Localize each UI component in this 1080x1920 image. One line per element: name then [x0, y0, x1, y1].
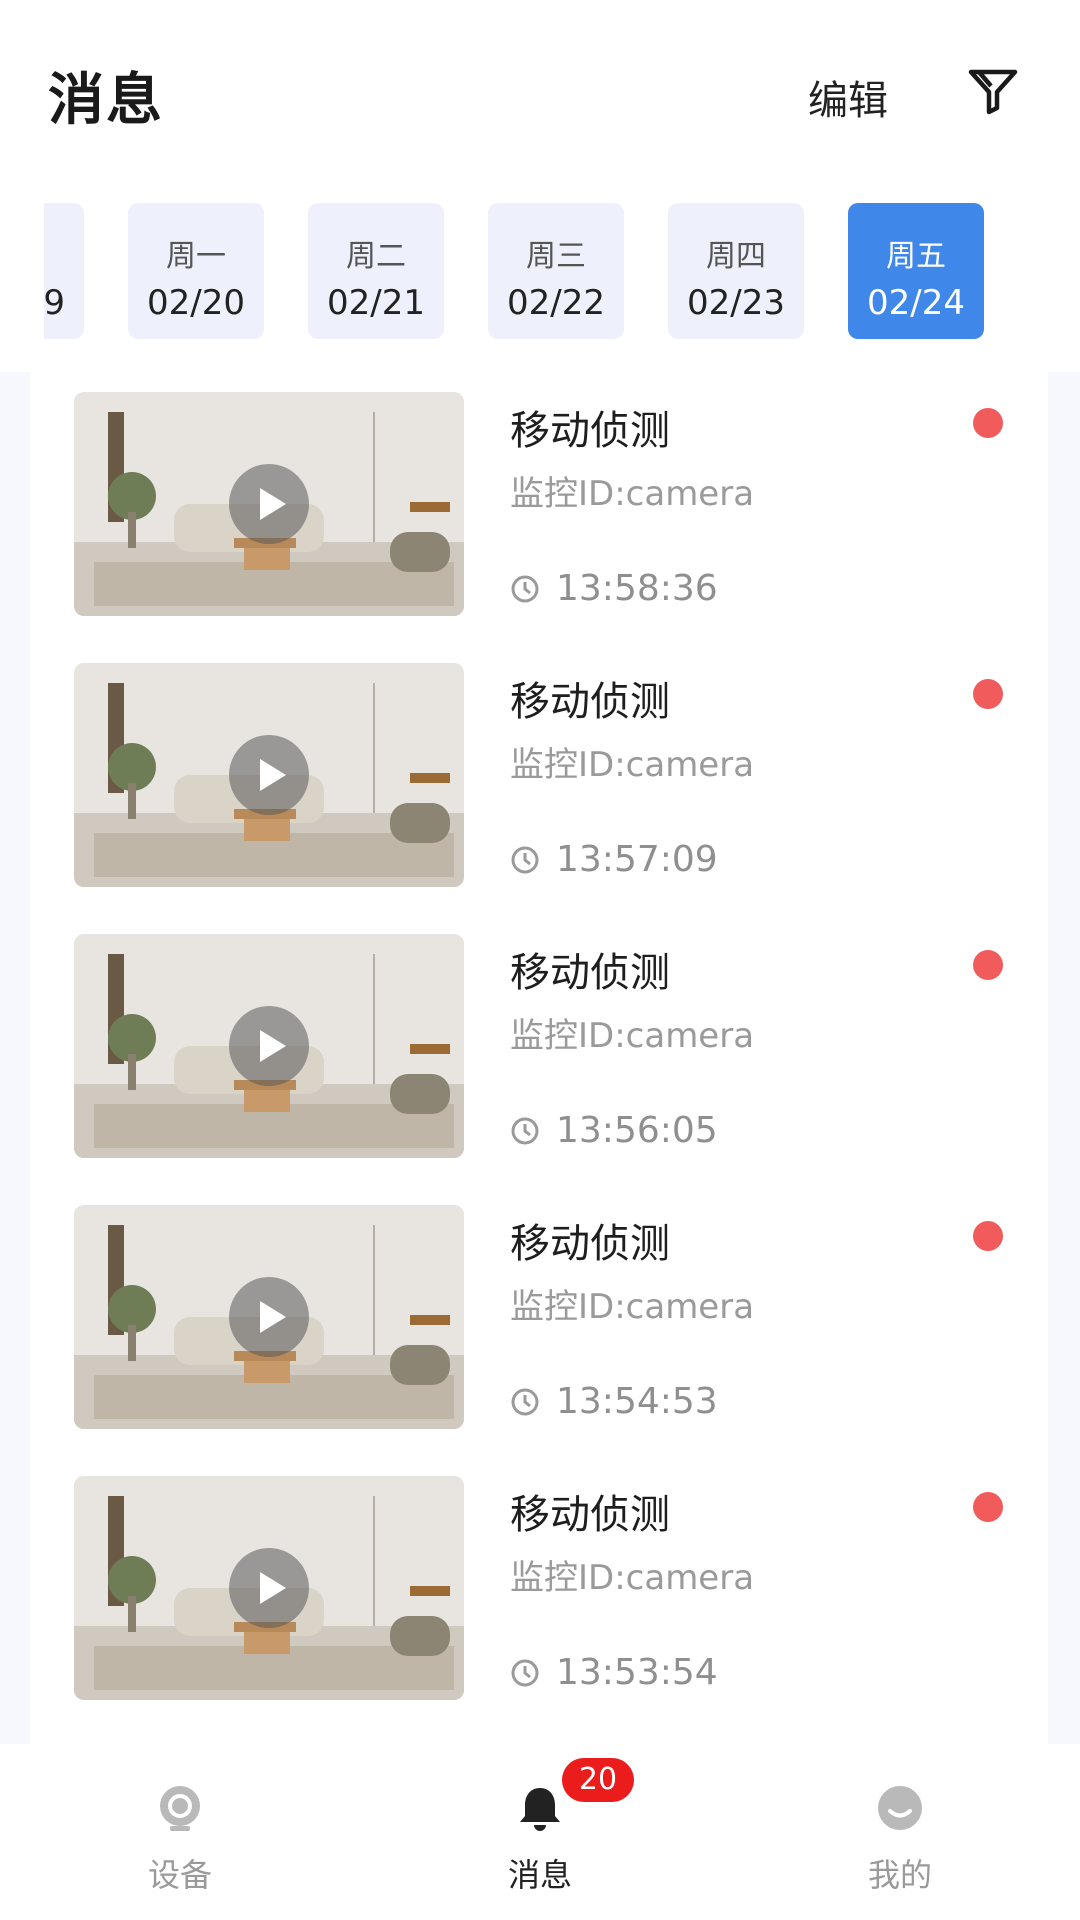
day-tab-fri[interactable]: 周五 02/24 [848, 203, 984, 339]
camera-id: 监控ID:camera [510, 1016, 755, 1056]
video-thumbnail[interactable] [74, 663, 464, 887]
unread-dot [973, 1492, 1003, 1522]
video-thumbnail[interactable] [74, 1476, 464, 1700]
day-date: 02/24 [867, 283, 965, 323]
camera-icon [160, 1786, 200, 1831]
message-item[interactable]: 移动侦测 监控ID:camera 13:58:36 [30, 372, 1048, 616]
messages-page: 消息 编辑 周日 02/19 周一 02/20 周二 02/21 周 [0, 0, 1080, 1920]
message-item[interactable]: 移动侦测 监控ID:camera 13:54:53 [30, 1185, 1048, 1429]
time-text: 13:54:53 [556, 1381, 718, 1422]
day-tab-sun[interactable]: 周日 02/19 [44, 203, 84, 339]
day-date: 02/22 [507, 283, 605, 323]
play-icon [229, 464, 309, 544]
play-icon [229, 1548, 309, 1628]
time-text: 13:57:09 [556, 839, 718, 880]
day-weekday: 周二 [346, 239, 406, 274]
message-item[interactable]: 移动侦测 监控ID:camera 13:53:54 [30, 1456, 1048, 1700]
day-date: 02/19 [44, 283, 65, 323]
message-title: 移动侦测 [510, 408, 670, 454]
message-time: 13:56:05 [510, 1110, 718, 1151]
camera-id: 监控ID:camera [510, 745, 755, 785]
camera-id: 监控ID:camera [510, 1287, 755, 1327]
edit-button[interactable]: 编辑 [808, 68, 888, 126]
unread-dot [973, 1221, 1003, 1251]
time-text: 13:58:36 [556, 568, 718, 609]
nav-messages-label: 消息 [507, 1856, 572, 1894]
filter-icon [968, 69, 1018, 115]
day-date: 02/23 [687, 283, 785, 323]
unread-dot [973, 679, 1003, 709]
day-weekday: 周五 [886, 239, 946, 274]
message-list-area: 移动侦测 监控ID:camera 13:58:36 移动侦测 监控ID:came… [0, 372, 1080, 1744]
nav-mine-label: 我的 [867, 1856, 932, 1894]
profile-icon [878, 1786, 922, 1830]
nav-devices[interactable]: 设备 [90, 1784, 270, 1904]
page-title: 消息 [48, 68, 164, 133]
nav-messages[interactable]: 消息 20 [450, 1758, 634, 1904]
video-thumbnail[interactable] [74, 934, 464, 1158]
day-weekday: 周一 [166, 239, 226, 274]
header: 消息 编辑 [0, 0, 1080, 190]
camera-id: 监控ID:camera [510, 474, 755, 514]
day-tab-mon[interactable]: 周一 02/20 [128, 203, 264, 339]
filter-button[interactable] [965, 62, 1021, 118]
day-weekday: 周日 [44, 231, 84, 275]
bottom-nav: 设备 消息 20 我的 [0, 1744, 1080, 1920]
clock-icon [511, 1659, 539, 1686]
unread-count-badge: 20 [562, 1758, 634, 1802]
video-thumbnail[interactable] [74, 392, 464, 616]
unread-dot [973, 950, 1003, 980]
message-list[interactable]: 移动侦测 监控ID:camera 13:58:36 移动侦测 监控ID:came… [30, 372, 1048, 1744]
day-weekday: 周四 [706, 239, 766, 274]
message-time: 13:54:53 [510, 1381, 718, 1422]
message-item[interactable]: 移动侦测 监控ID:camera 13:56:05 [30, 914, 1048, 1158]
nav-devices-label: 设备 [147, 1856, 212, 1894]
clock-icon [511, 846, 539, 873]
message-title: 移动侦测 [510, 1221, 670, 1267]
day-date: 02/20 [147, 283, 245, 323]
video-thumbnail[interactable] [74, 1205, 464, 1429]
nav-mine[interactable]: 我的 [810, 1784, 990, 1904]
message-item[interactable]: 移动侦测 监控ID:camera 13:57:09 [30, 643, 1048, 887]
day-weekday: 周三 [526, 239, 586, 274]
message-title: 移动侦测 [510, 950, 670, 996]
unread-dot [973, 408, 1003, 438]
play-icon [229, 735, 309, 815]
camera-id: 监控ID:camera [510, 1558, 755, 1598]
clock-icon [511, 1117, 539, 1144]
message-time: 13:58:36 [510, 568, 718, 609]
message-title: 移动侦测 [510, 679, 670, 725]
play-icon [229, 1006, 309, 1086]
day-tab-wed[interactable]: 周三 02/22 [488, 203, 624, 339]
day-tab-tue[interactable]: 周二 02/21 [308, 203, 444, 339]
play-icon [229, 1277, 309, 1357]
message-time: 13:53:54 [510, 1652, 718, 1693]
day-tab-thu[interactable]: 周四 02/23 [668, 203, 804, 339]
day-date: 02/21 [327, 283, 425, 323]
time-text: 13:53:54 [556, 1652, 718, 1693]
date-selector: 周日 02/19 周一 02/20 周二 02/21 周三 02/22 周四 0… [44, 203, 1080, 341]
time-text: 13:56:05 [556, 1110, 718, 1151]
clock-icon [511, 1388, 539, 1415]
clock-icon [511, 575, 539, 602]
message-time: 13:57:09 [510, 839, 718, 880]
message-title: 移动侦测 [510, 1492, 670, 1538]
bell-icon [520, 1788, 560, 1831]
